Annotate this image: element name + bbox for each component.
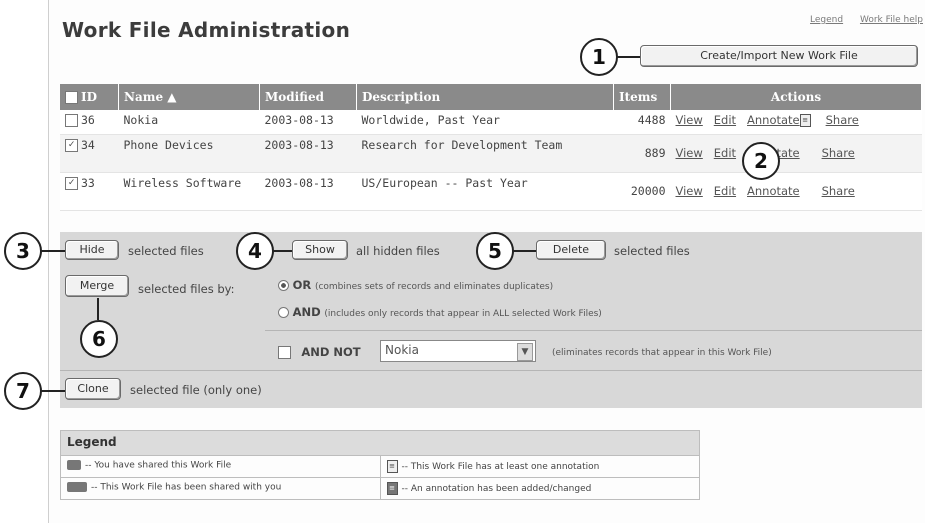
- row-id: 34: [81, 137, 95, 152]
- row-modified: 2003-08-13: [259, 110, 357, 135]
- hide-label: selected files: [128, 244, 204, 258]
- and-not-checkbox[interactable]: [278, 346, 291, 359]
- page-title: Work File Administration: [62, 18, 351, 42]
- row-items: 20000: [613, 172, 671, 211]
- callout-4: 4: [236, 232, 274, 270]
- edit-link[interactable]: Edit: [714, 113, 736, 127]
- delete-label: selected files: [614, 244, 690, 258]
- callout-7: 7: [4, 372, 42, 410]
- row-checkbox[interactable]: [65, 114, 78, 127]
- create-import-button[interactable]: Create/Import New Work File: [640, 45, 918, 67]
- row-items: 4488: [613, 110, 671, 135]
- legend-link[interactable]: Legend: [810, 15, 843, 25]
- legend-item: -- An annotation has been added/changed: [401, 484, 592, 494]
- annotation-changed-icon: ≡: [386, 482, 398, 495]
- shared-by-you-icon: [67, 460, 81, 470]
- annotation-icon: ≡: [799, 114, 811, 127]
- merge-divider: [265, 330, 922, 331]
- show-button[interactable]: Show: [292, 240, 348, 260]
- merge-button[interactable]: Merge: [65, 275, 129, 297]
- callout-7-arrow: [41, 390, 65, 392]
- work-file-table: ID Name ▲ Modified Description Items Act…: [60, 84, 922, 211]
- and-option[interactable]: AND (includes only records that appear i…: [278, 305, 602, 319]
- or-option[interactable]: OR (combines sets of records and elimina…: [278, 278, 553, 292]
- or-label: OR: [292, 278, 312, 292]
- and-label: AND: [292, 305, 321, 319]
- callout-4-arrow: [273, 250, 292, 252]
- callout-3: 3: [4, 232, 42, 270]
- show-label: all hidden files: [356, 244, 440, 258]
- and-not-option: AND NOT: [278, 345, 361, 359]
- merge-label: selected files by:: [138, 282, 235, 296]
- row-name: Phone Devices: [118, 134, 260, 173]
- header-id[interactable]: ID: [60, 84, 119, 110]
- row-description: Research for Development Team: [356, 134, 614, 173]
- row-checkbox[interactable]: ✓: [65, 176, 78, 190]
- table-row: ✓ 34 Phone Devices 2003-08-13 Research fo…: [60, 134, 922, 173]
- and-radio[interactable]: [278, 307, 289, 318]
- and-description: (includes only records that appear in AL…: [324, 309, 602, 319]
- annotation-icon: ≡: [386, 460, 398, 473]
- header-description[interactable]: Description: [356, 84, 614, 110]
- annotate-link[interactable]: Annotate: [747, 184, 800, 198]
- delete-button[interactable]: Delete: [536, 240, 606, 260]
- clone-divider: [60, 370, 922, 371]
- legend-item: -- This Work File has been shared with y…: [91, 482, 282, 493]
- share-link[interactable]: Share: [822, 184, 855, 198]
- share-link[interactable]: Share: [822, 146, 855, 160]
- legend-item: -- You have shared this Work File: [85, 460, 232, 471]
- row-name: Wireless Software: [118, 172, 260, 211]
- view-link[interactable]: View: [676, 146, 703, 160]
- table-header: ID Name ▲ Modified Description Items Act…: [60, 84, 922, 110]
- select-all-checkbox[interactable]: [65, 91, 78, 104]
- table-row: ✓ 33 Wireless Software 2003-08-13 US/Euro…: [60, 172, 922, 211]
- table-row: 36 Nokia 2003-08-13 Worldwide, Past Year…: [60, 110, 922, 135]
- or-radio[interactable]: [278, 280, 289, 291]
- clone-label: selected file (only one): [130, 383, 262, 397]
- chevron-down-icon[interactable]: ▼: [517, 343, 533, 361]
- edit-link[interactable]: Edit: [714, 146, 736, 160]
- row-id: 36: [81, 113, 95, 127]
- callout-6-arrow: [97, 298, 99, 320]
- legend-box: Legend -- You have shared this Work File…: [60, 430, 700, 500]
- row-modified: 2003-08-13: [259, 172, 357, 211]
- callout-1: 1: [580, 38, 618, 76]
- callout-5-arrow: [513, 250, 536, 252]
- shared-with-you-icon: [67, 482, 87, 492]
- header-modified[interactable]: Modified: [259, 84, 357, 110]
- hide-button[interactable]: Hide: [65, 240, 119, 260]
- clone-button[interactable]: Clone: [65, 378, 121, 400]
- row-description: US/European -- Past Year: [356, 172, 614, 211]
- header-name[interactable]: Name ▲: [118, 84, 260, 110]
- row-items: 889: [613, 134, 671, 173]
- top-links: Legend Work File help: [796, 15, 923, 25]
- view-link[interactable]: View: [676, 184, 703, 198]
- edit-link[interactable]: Edit: [714, 184, 736, 198]
- view-link[interactable]: View: [676, 113, 703, 127]
- callout-5: 5: [476, 232, 514, 270]
- legend-item: -- This Work File has at least one annot…: [401, 462, 600, 472]
- and-not-label: AND NOT: [301, 345, 361, 359]
- and-not-description: (eliminates records that appear in this …: [552, 348, 772, 358]
- row-modified: 2003-08-13: [259, 134, 357, 173]
- header-actions: Actions: [670, 84, 922, 110]
- legend-title: Legend: [61, 431, 699, 455]
- and-not-select[interactable]: Nokia ▼: [380, 340, 536, 362]
- help-link[interactable]: Work File help: [860, 15, 923, 25]
- callout-2: 2: [742, 142, 780, 180]
- row-id: 33: [81, 175, 95, 190]
- callout-6: 6: [80, 320, 118, 358]
- header-items[interactable]: Items: [613, 84, 671, 110]
- row-description: Worldwide, Past Year: [356, 110, 614, 135]
- callout-1-arrow: [617, 56, 640, 58]
- share-link[interactable]: Share: [826, 113, 859, 127]
- row-name: Nokia: [118, 110, 260, 135]
- callout-3-arrow: [41, 250, 65, 252]
- annotate-link[interactable]: Annotate: [747, 113, 800, 127]
- or-description: (combines sets of records and eliminates…: [314, 282, 554, 292]
- row-checkbox[interactable]: ✓: [65, 138, 78, 152]
- and-not-value: Nokia: [385, 343, 419, 357]
